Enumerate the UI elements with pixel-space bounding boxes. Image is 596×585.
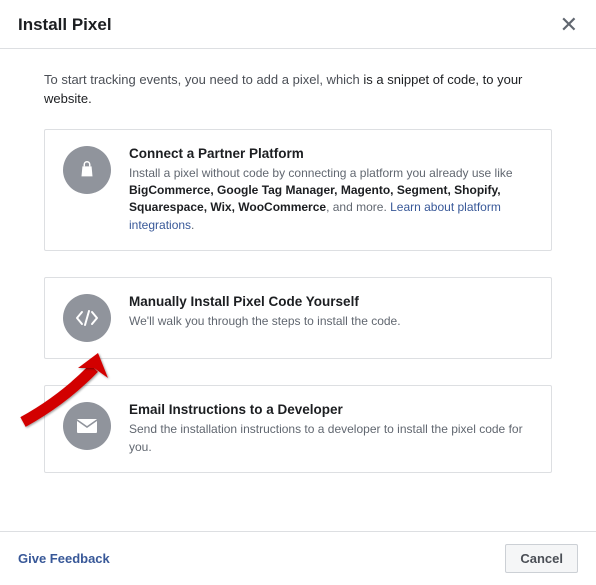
- modal-body-scroll[interactable]: To start tracking events, you need to ad…: [0, 49, 596, 531]
- card-title: Connect a Partner Platform: [129, 146, 533, 161]
- intro-pre: To start tracking events, you need to ad…: [44, 72, 363, 87]
- modal-footer: Give Feedback Cancel: [0, 531, 596, 585]
- card-text: Manually Install Pixel Code Yourself We'…: [129, 294, 533, 342]
- desc-mid: , and more.: [326, 200, 390, 214]
- option-manual-install[interactable]: Manually Install Pixel Code Yourself We'…: [44, 277, 552, 359]
- desc-post: .: [191, 218, 194, 232]
- card-title: Manually Install Pixel Code Yourself: [129, 294, 533, 309]
- desc-pre: Install a pixel without code by connecti…: [129, 166, 513, 180]
- give-feedback-link[interactable]: Give Feedback: [18, 551, 110, 566]
- modal-header: Install Pixel ✕: [0, 0, 596, 49]
- intro-text: To start tracking events, you need to ad…: [44, 71, 552, 109]
- card-text: Connect a Partner Platform Install a pix…: [129, 146, 533, 235]
- modal-title: Install Pixel: [18, 15, 112, 35]
- option-email-developer[interactable]: Email Instructions to a Developer Send t…: [44, 385, 552, 473]
- card-desc: Install a pixel without code by connecti…: [129, 165, 533, 235]
- option-partner-platform[interactable]: Connect a Partner Platform Install a pix…: [44, 129, 552, 252]
- bag-icon: [63, 146, 111, 194]
- envelope-icon: [63, 402, 111, 450]
- close-icon[interactable]: ✕: [560, 14, 578, 36]
- install-pixel-modal: Install Pixel ✕ To start tracking events…: [0, 0, 596, 585]
- card-title: Email Instructions to a Developer: [129, 402, 533, 417]
- modal-body: To start tracking events, you need to ad…: [0, 49, 588, 519]
- code-icon: [63, 294, 111, 342]
- card-text: Email Instructions to a Developer Send t…: [129, 402, 533, 456]
- cancel-button[interactable]: Cancel: [505, 544, 578, 573]
- card-desc: Send the installation instructions to a …: [129, 421, 533, 456]
- card-desc: We'll walk you through the steps to inst…: [129, 313, 533, 330]
